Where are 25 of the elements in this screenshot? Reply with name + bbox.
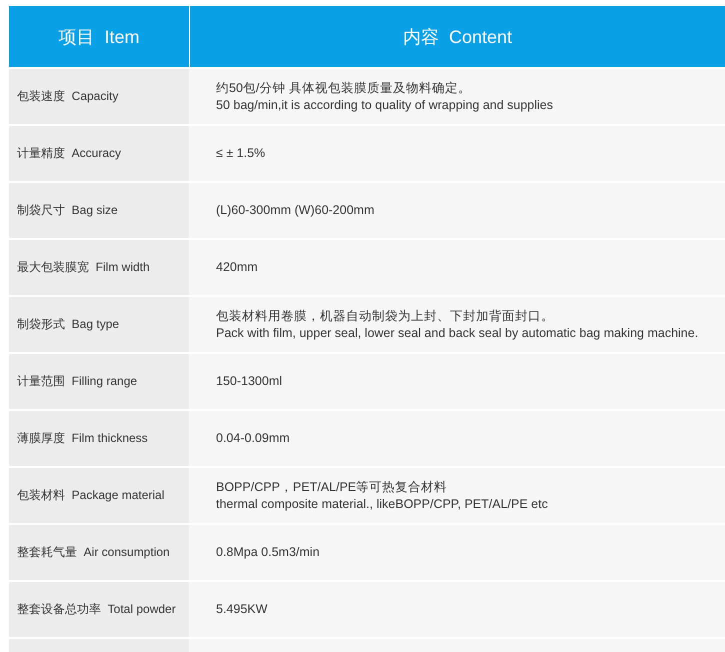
cell-text: BOPP/CPP，PET/AL/PE等可热复合材料 bbox=[216, 478, 448, 496]
table-cell: 最大包装膜宽 Film width bbox=[9, 240, 189, 295]
column-header: 项目 Item bbox=[9, 6, 189, 67]
cell-text: 50 bag/min,it is according to quality of wrapping and supplies bbox=[216, 96, 554, 114]
column-header: 内容 Content bbox=[190, 6, 725, 67]
cell-text: thermal composite material., likeBOPP/CPP, PET/AL/PE etc bbox=[216, 496, 549, 512]
cell-text: 包装材料用卷膜，机器自动制袋为上封、下封加背面封口。 bbox=[216, 308, 555, 324]
table-cell: 制袋形式 Bag type bbox=[9, 297, 189, 352]
cell-text: 0.8Mpa 0.5m3/min bbox=[216, 544, 321, 561]
table-cell: 制袋尺寸 Bag size bbox=[9, 183, 189, 238]
table-cell: 计量范围 Filling range bbox=[9, 354, 189, 409]
table-cell: 包装材料 Package material bbox=[9, 468, 189, 523]
cell-text: 150-1300ml bbox=[216, 373, 284, 390]
cell-text: 0.04-0.09mm bbox=[216, 430, 291, 447]
table-cell: 薄膜厚度 Film thickness bbox=[9, 411, 189, 466]
cell-text: Pack with film, upper seal, lower seal and back seal by automatic bag making machine. bbox=[216, 324, 700, 342]
cell-text: 约50包/分钟 具体视包装膜质量及物料确定。 bbox=[216, 80, 472, 96]
table-cell: 整套耗气量 Air consumption bbox=[9, 525, 189, 580]
cell-text: 5.495KW bbox=[216, 601, 268, 618]
cell-text: ≤ ± 1.5% bbox=[216, 145, 266, 162]
table-cell: 包装速度 Capacity bbox=[9, 69, 189, 124]
cell-text: 420mm bbox=[216, 259, 259, 276]
table-cell: 计量精度 Accuracy bbox=[9, 126, 189, 181]
cell-text: (L)60-300mm (W)60-200mm bbox=[216, 202, 376, 219]
table-cell: 整套设备总功率 Total powder bbox=[9, 582, 189, 637]
